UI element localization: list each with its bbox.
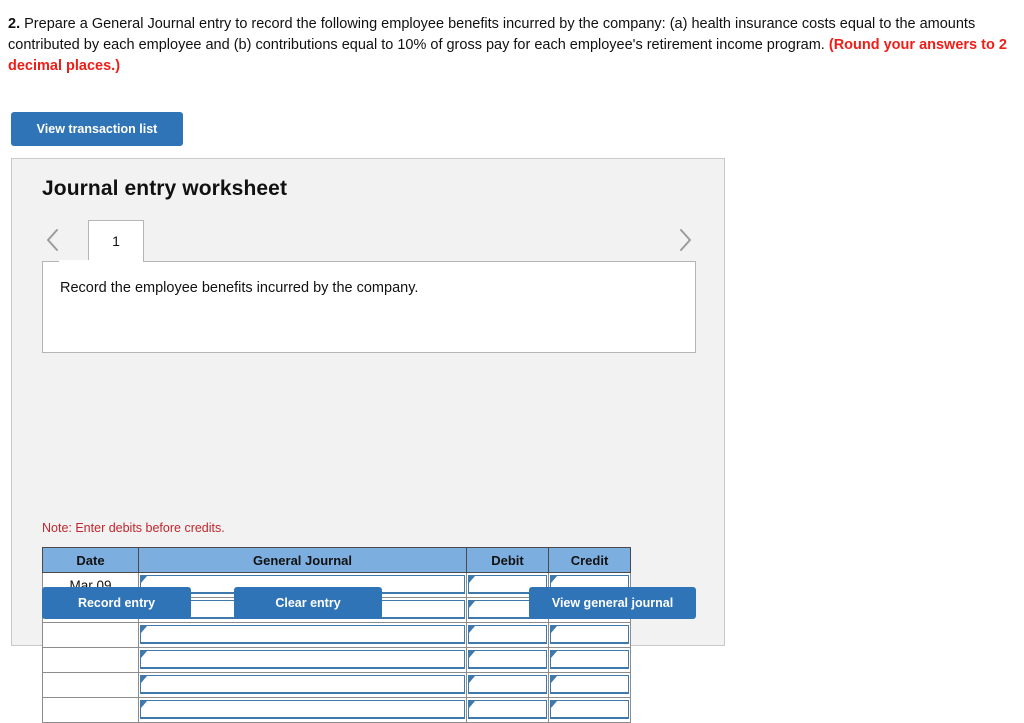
debits-before-credits-note: Note: Enter debits before credits.	[42, 521, 225, 535]
cell-date[interactable]	[42, 672, 139, 698]
credit-input[interactable]	[550, 625, 629, 644]
general-journal-input[interactable]	[140, 650, 465, 669]
cell-date[interactable]	[42, 647, 139, 673]
view-transaction-list-button[interactable]: View transaction list	[11, 112, 183, 146]
chevron-right-icon[interactable]	[674, 224, 696, 256]
transaction-description-text: Record the employee benefits incurred by…	[60, 280, 419, 296]
journal-entry-table: Date General Journal Debit Credit Mar 09	[42, 547, 631, 723]
cell-general-journal[interactable]	[138, 672, 467, 698]
debit-input[interactable]	[468, 700, 547, 719]
table-row	[42, 622, 631, 648]
cell-debit[interactable]	[466, 622, 549, 648]
debit-input[interactable]	[468, 625, 547, 644]
cell-date[interactable]	[42, 622, 139, 648]
cell-date[interactable]	[42, 697, 139, 723]
chevron-left-icon[interactable]	[42, 224, 64, 256]
worksheet-tabstrip: 1	[42, 220, 696, 262]
table-row	[42, 672, 631, 698]
debit-input[interactable]	[468, 675, 547, 694]
column-header-debit: Debit	[466, 547, 549, 573]
general-journal-input[interactable]	[140, 700, 465, 719]
cell-credit[interactable]	[548, 697, 631, 723]
column-header-credit: Credit	[548, 547, 631, 573]
cell-credit[interactable]	[548, 647, 631, 673]
credit-input[interactable]	[550, 675, 629, 694]
tab-notch	[59, 260, 113, 263]
worksheet-tab-1[interactable]: 1	[88, 220, 144, 262]
record-entry-button[interactable]: Record entry	[42, 587, 191, 619]
cell-general-journal[interactable]	[138, 622, 467, 648]
credit-input[interactable]	[550, 700, 629, 719]
journal-entry-worksheet-panel: Journal entry worksheet 1 Record the emp…	[11, 158, 725, 723]
general-journal-input[interactable]	[140, 675, 465, 694]
cell-credit[interactable]	[548, 622, 631, 648]
general-journal-input[interactable]	[140, 625, 465, 644]
cell-general-journal[interactable]	[138, 647, 467, 673]
table-row	[42, 647, 631, 673]
cell-credit[interactable]	[548, 672, 631, 698]
question-prompt: 2. Prepare a General Journal entry to re…	[8, 14, 1008, 77]
transaction-description-box: Record the employee benefits incurred by…	[42, 261, 696, 353]
cell-debit[interactable]	[466, 697, 549, 723]
view-general-journal-button[interactable]: View general journal	[529, 587, 696, 619]
column-header-date: Date	[42, 547, 139, 573]
table-header-row: Date General Journal Debit Credit	[42, 547, 631, 573]
clear-entry-button[interactable]: Clear entry	[234, 587, 382, 619]
credit-input[interactable]	[550, 650, 629, 669]
worksheet-title: Journal entry worksheet	[42, 177, 288, 200]
cell-general-journal[interactable]	[138, 697, 467, 723]
cell-debit[interactable]	[466, 672, 549, 698]
question-number: 2.	[8, 16, 21, 32]
table-row	[42, 697, 631, 723]
debit-input[interactable]	[468, 650, 547, 669]
cell-debit[interactable]	[466, 647, 549, 673]
column-header-general-journal: General Journal	[138, 547, 467, 573]
